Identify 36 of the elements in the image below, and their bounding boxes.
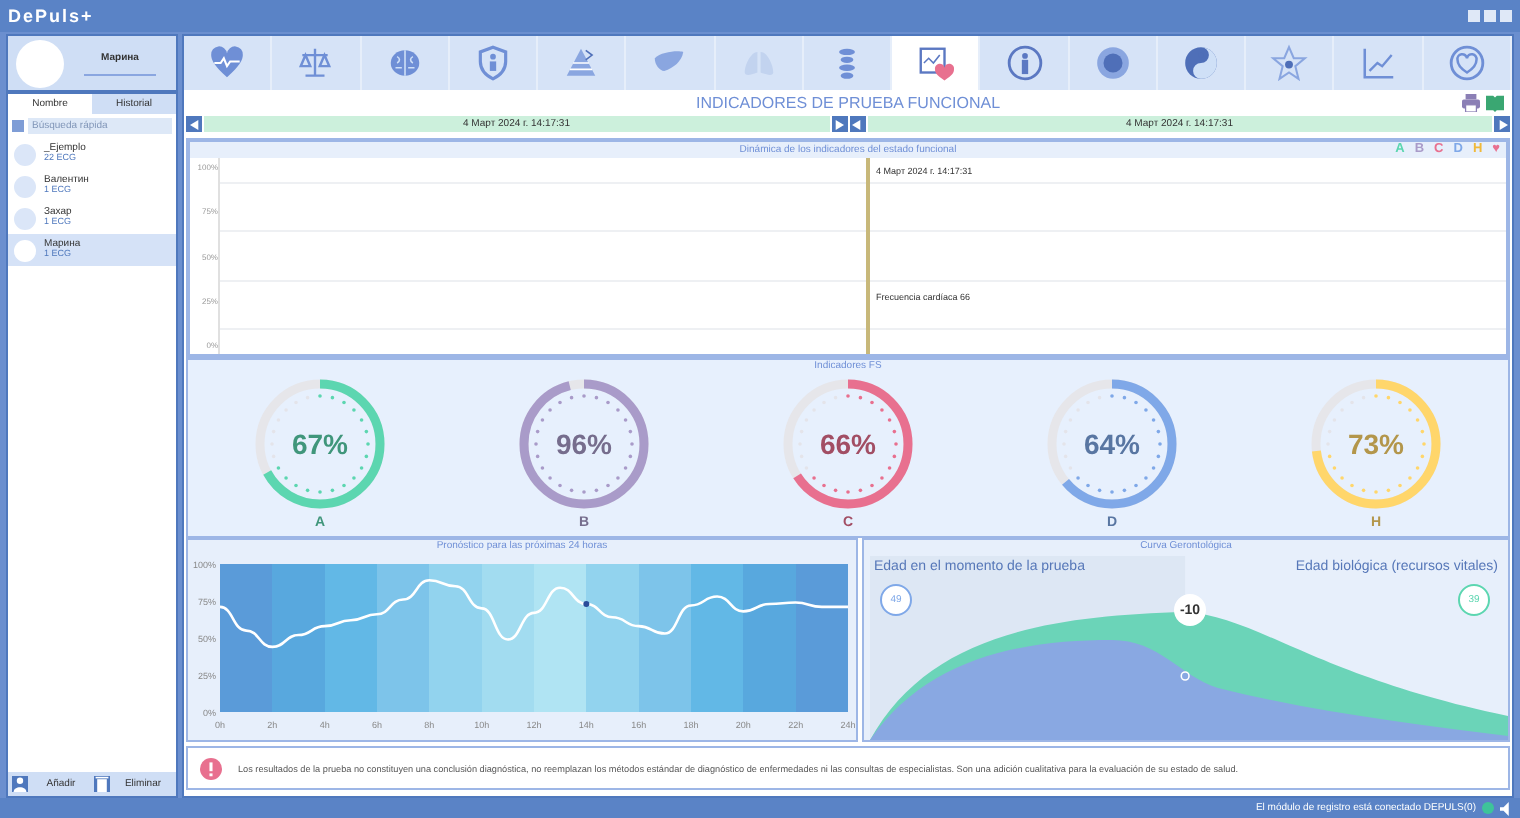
warning-icon — [200, 757, 222, 779]
scales-icon — [296, 44, 335, 82]
yin-yang-icon — [1182, 44, 1221, 82]
heart-circle-icon — [1447, 44, 1486, 82]
target-icon — [1093, 44, 1132, 82]
avatar — [16, 39, 64, 87]
next-icon[interactable] — [1494, 116, 1510, 132]
star-icon — [1270, 44, 1309, 82]
next-icon[interactable] — [831, 116, 847, 132]
trash-icon[interactable] — [94, 776, 110, 792]
app-logo: DePuls+ — [8, 6, 94, 26]
book-icon[interactable] — [1486, 94, 1504, 112]
current-point — [583, 600, 590, 607]
toolbar-tab[interactable] — [892, 36, 981, 90]
connection-icon — [1482, 802, 1494, 814]
avatar — [14, 143, 36, 165]
line-graph-icon — [1359, 44, 1398, 82]
avatar — [14, 175, 36, 197]
previous-icon[interactable] — [849, 116, 865, 132]
heart-pulse-icon — [208, 44, 247, 82]
pyramid-icon — [562, 44, 601, 82]
gauge-value: 96% — [555, 430, 613, 458]
avatar — [14, 239, 36, 261]
gauge-value: 66% — [819, 430, 877, 458]
shield-person-icon — [473, 44, 512, 82]
page-title: INDICADORES DE PRUEBA FUNCIONAL — [695, 93, 1001, 111]
person-icon[interactable] — [12, 776, 28, 792]
gauge-value: 64% — [1083, 430, 1141, 458]
gauge-value: 67% — [291, 430, 349, 458]
brain-icon — [385, 44, 424, 82]
gauge-value: 73% — [1347, 430, 1405, 458]
printer-icon[interactable] — [1462, 94, 1480, 112]
avatar — [14, 207, 36, 229]
previous-icon[interactable] — [186, 116, 202, 132]
person-circle-icon — [1005, 44, 1044, 82]
chart-heart-icon — [916, 44, 955, 82]
